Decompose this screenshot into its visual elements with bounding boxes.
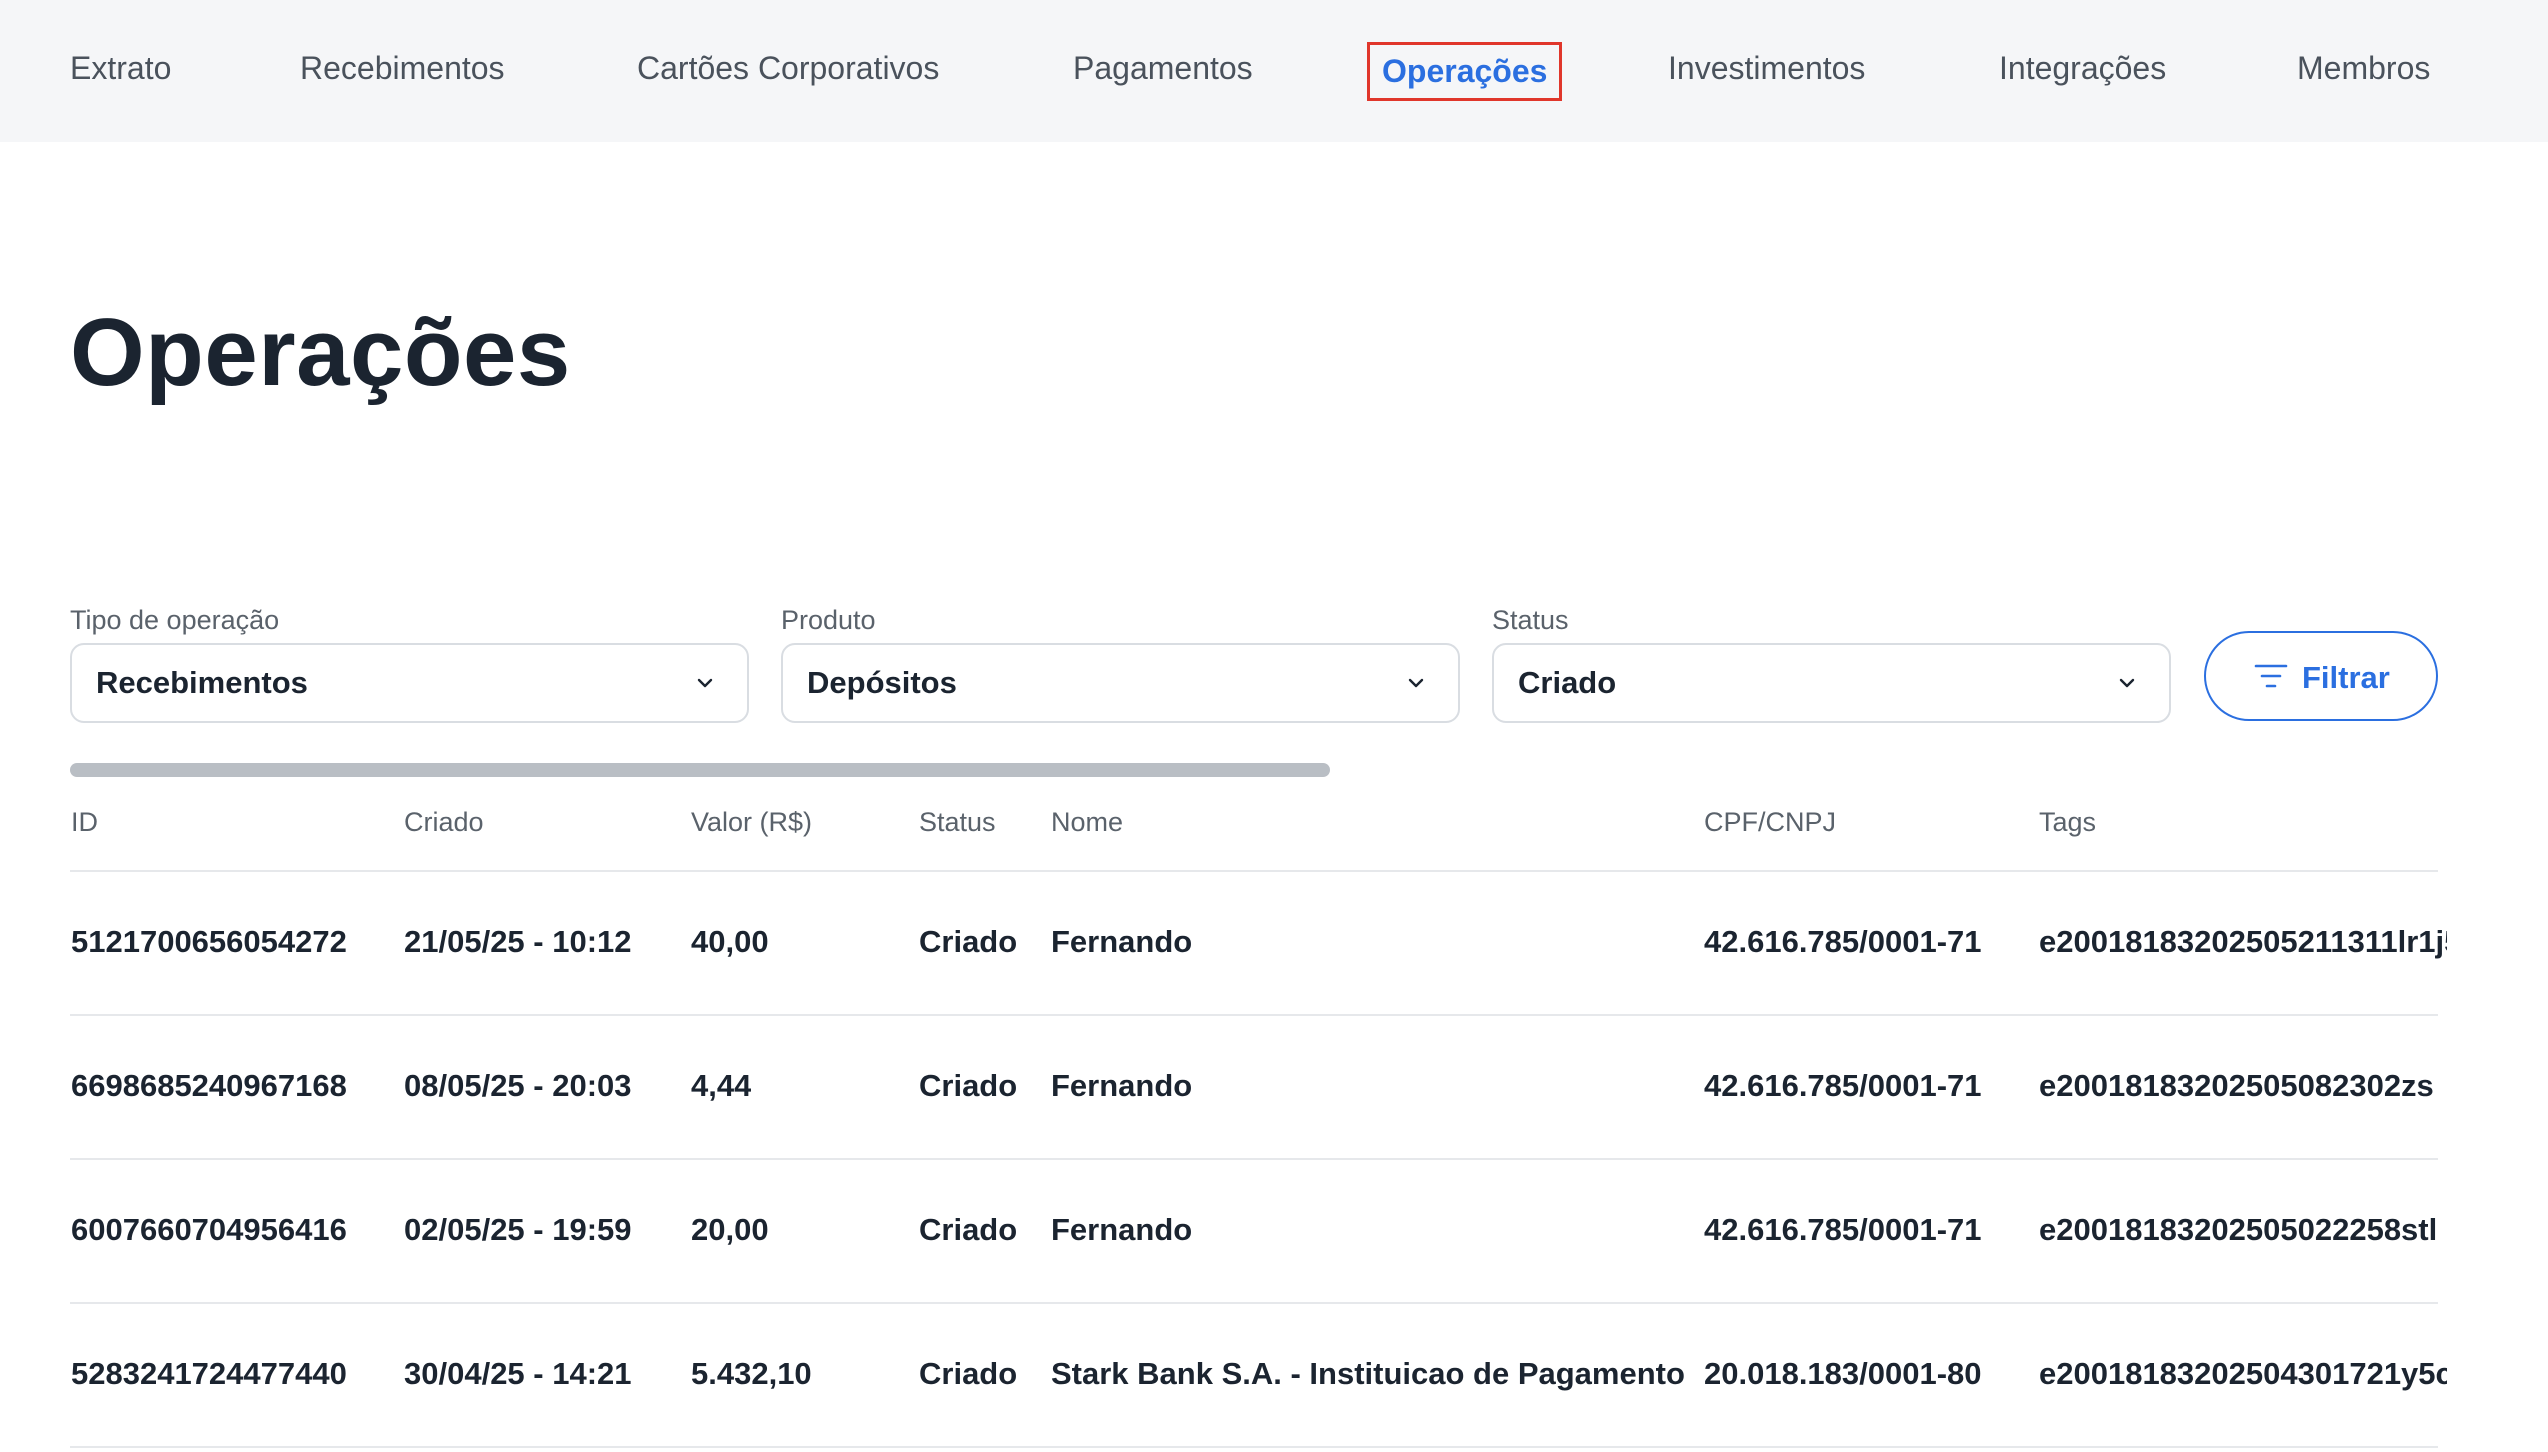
cell-tags: e20018183202505082302zs [2039, 1068, 2434, 1103]
table-row[interactable]: 5121700656054272 21/05/25 - 10:12 40,00 … [70, 870, 2447, 1014]
cell-id: 5121700656054272 [71, 924, 347, 959]
operation-type-label: Tipo de operação [70, 605, 280, 635]
cell-valor: 4,44 [691, 1068, 752, 1103]
cell-tags: e20018183202505211311lr1j5j [2039, 924, 2447, 959]
nav-tab-integracoes[interactable]: Integrações [1999, 50, 2166, 87]
cell-status: Criado [919, 924, 1018, 959]
filter-icon [2254, 664, 2288, 688]
column-header-cpf-cnpj: CPF/CNPJ [1704, 807, 1837, 837]
cell-nome: Fernando [1051, 924, 1193, 959]
status-value: Criado [1518, 665, 1617, 700]
column-header-valor: Valor (R$) [691, 807, 813, 837]
column-header-nome: Nome [1051, 807, 1124, 837]
page-title: Operações [70, 299, 571, 406]
cell-criado: 30/04/25 - 14:21 [404, 1356, 632, 1391]
table-divider [70, 1446, 2438, 1448]
product-label: Produto [781, 605, 876, 635]
status-select[interactable]: Criado [1492, 643, 2171, 723]
nav-tab-investimentos[interactable]: Investimentos [1668, 50, 1865, 87]
chevron-down-icon [697, 678, 713, 688]
cell-status: Criado [919, 1212, 1018, 1247]
operation-type-select[interactable]: Recebimentos [70, 643, 749, 723]
cell-status: Criado [919, 1356, 1018, 1391]
nav-tab-pagamentos[interactable]: Pagamentos [1073, 50, 1253, 87]
top-navigation: Extrato Recebimentos Cartões Corporativo… [0, 0, 2548, 142]
product-value: Depósitos [807, 665, 957, 700]
cell-valor: 40,00 [691, 924, 769, 959]
cell-nome: Fernando [1051, 1068, 1193, 1103]
nav-tab-operacoes[interactable]: Operações [1366, 42, 1563, 101]
cell-valor: 5.432,10 [691, 1356, 812, 1391]
cell-tags: e20018183202504301721y5c [2039, 1356, 2447, 1391]
nav-tab-recebimentos[interactable]: Recebimentos [300, 50, 505, 87]
chevron-down-icon [1408, 678, 1424, 688]
cell-cpf-cnpj: 20.018.183/0001-80 [1704, 1356, 1982, 1391]
filter-button-label: Filtrar [2302, 660, 2390, 695]
cell-status: Criado [919, 1068, 1018, 1103]
cell-cpf-cnpj: 42.616.785/0001-71 [1704, 1068, 1982, 1103]
status-label: Status [1492, 605, 1569, 635]
column-header-tags: Tags [2039, 807, 2097, 837]
filter-button[interactable]: Filtrar [2204, 631, 2438, 721]
cell-nome: Stark Bank S.A. - Instituicao de Pagamen… [1051, 1356, 1685, 1391]
cell-id: 6007660704956416 [71, 1212, 347, 1247]
cell-nome: Fernando [1051, 1212, 1193, 1247]
nav-tab-membros[interactable]: Membros [2297, 50, 2430, 87]
column-header-criado: Criado [404, 807, 484, 837]
product-select[interactable]: Depósitos [781, 643, 1460, 723]
cell-id: 6698685240967168 [71, 1068, 347, 1103]
table-row[interactable]: 5283241724477440 30/04/25 - 14:21 5.432,… [70, 1302, 2447, 1446]
cell-criado: 02/05/25 - 19:59 [404, 1212, 632, 1247]
nav-tab-cartoes-corporativos[interactable]: Cartões Corporativos [637, 50, 939, 87]
cell-tags: e20018183202505022258stl [2039, 1212, 2438, 1247]
cell-id: 5283241724477440 [71, 1356, 347, 1391]
cell-criado: 21/05/25 - 10:12 [404, 924, 632, 959]
chevron-down-icon [2119, 678, 2135, 688]
cell-criado: 08/05/25 - 20:03 [404, 1068, 632, 1103]
cell-cpf-cnpj: 42.616.785/0001-71 [1704, 1212, 1982, 1247]
cell-valor: 20,00 [691, 1212, 769, 1247]
table-horizontal-scrollbar[interactable] [70, 763, 1330, 777]
operation-type-value: Recebimentos [96, 665, 308, 700]
column-header-id: ID [71, 807, 98, 837]
table-row[interactable]: 6698685240967168 08/05/25 - 20:03 4,44 C… [70, 1014, 2438, 1158]
column-header-status: Status [919, 807, 996, 837]
table-row[interactable]: 6007660704956416 02/05/25 - 19:59 20,00 … [70, 1158, 2438, 1302]
cell-cpf-cnpj: 42.616.785/0001-71 [1704, 924, 1982, 959]
nav-tab-extrato[interactable]: Extrato [70, 50, 171, 87]
